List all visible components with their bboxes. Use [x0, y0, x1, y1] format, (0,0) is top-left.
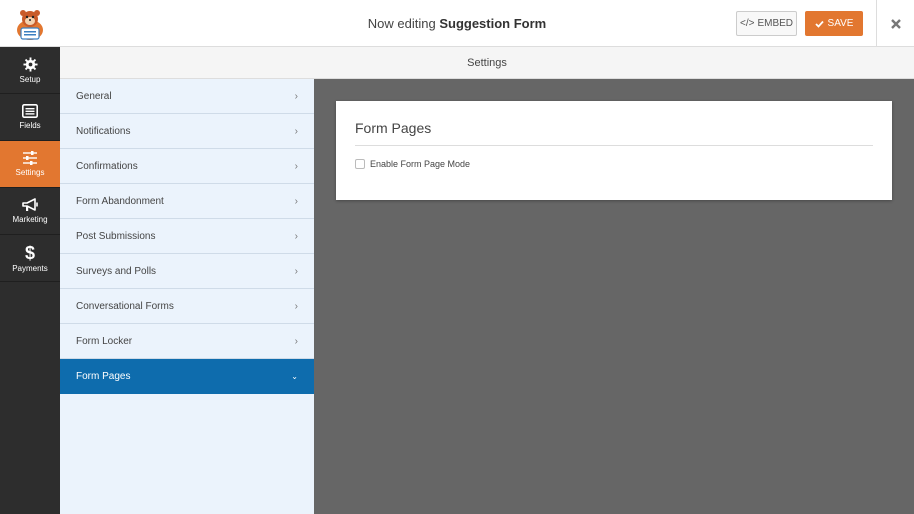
save-label: SAVE [827, 18, 854, 29]
nav-settings-label: Settings [15, 168, 45, 177]
settings-header-title: Settings [467, 57, 507, 69]
code-icon: </> [739, 18, 755, 29]
panel-item-label: Form Pages [76, 370, 131, 382]
chevron-right-icon: › [294, 335, 298, 347]
panel-item-form-pages[interactable]: Form Pages ⌄ [60, 359, 314, 394]
nav-fields-label: Fields [19, 121, 41, 130]
chevron-right-icon: › [294, 90, 298, 102]
panel-item-label: General [76, 90, 112, 102]
save-button[interactable]: SAVE [805, 11, 863, 36]
panel-item-confirmations[interactable]: Confirmations › [60, 149, 314, 184]
chevron-right-icon: › [294, 160, 298, 172]
checkbox-label: Enable Form Page Mode [370, 159, 471, 169]
panel-item-conversational-forms[interactable]: Conversational Forms › [60, 289, 314, 324]
enable-form-page-mode-toggle[interactable]: Enable Form Page Mode [355, 159, 470, 169]
panel-item-post-submissions[interactable]: Post Submissions › [60, 219, 314, 254]
settings-panel-list: General › Notifications › Confirmations … [60, 79, 314, 514]
top-bar: Now editing Suggestion Form </> EMBED SA… [0, 0, 914, 47]
dollar-icon: $ [24, 242, 35, 263]
chevron-right-icon: › [294, 300, 298, 312]
nav-payments[interactable]: $ Payments [0, 235, 60, 282]
sliders-icon [23, 151, 37, 165]
nav-setup[interactable]: Setup [0, 47, 60, 94]
chevron-right-icon: › [294, 125, 298, 137]
panel-item-label: Notifications [76, 125, 131, 137]
nav-marketing-label: Marketing [12, 215, 48, 224]
panel-item-label: Conversational Forms [76, 300, 174, 312]
chevron-right-icon: › [294, 195, 298, 207]
builder-sidebar: Setup Fields Settings Marketing $ Paymen… [0, 47, 60, 514]
panel-item-label: Confirmations [76, 160, 138, 172]
panel-item-label: Form Abandonment [76, 195, 164, 207]
title-prefix: Now editing [367, 16, 436, 31]
settings-content-area: Form Pages Enable Form Page Mode [314, 79, 914, 514]
close-button[interactable] [876, 0, 914, 47]
panel-item-surveys-and-polls[interactable]: Surveys and Polls › [60, 254, 314, 289]
megaphone-icon [21, 198, 38, 211]
wpforms-logo[interactable] [0, 0, 60, 47]
list-icon [22, 104, 38, 118]
panel-item-notifications[interactable]: Notifications › [60, 114, 314, 149]
nav-setup-label: Setup [19, 74, 41, 84]
close-icon [890, 18, 901, 29]
form-name: Suggestion Form [439, 16, 547, 31]
settings-header: Settings [60, 47, 914, 79]
panel-item-general[interactable]: General › [60, 79, 314, 114]
panel-item-label: Form Locker [76, 335, 133, 347]
panel-item-form-locker[interactable]: Form Locker › [60, 324, 314, 359]
card-divider [355, 145, 873, 146]
panel-item-label: Post Submissions [76, 230, 156, 242]
chevron-down-icon: ⌄ [291, 371, 298, 381]
form-pages-card: Form Pages Enable Form Page Mode [336, 101, 892, 200]
gear-icon [22, 56, 38, 72]
card-title: Form Pages [355, 120, 432, 136]
panel-item-form-abandonment[interactable]: Form Abandonment › [60, 184, 314, 219]
embed-button[interactable]: </> EMBED [736, 11, 797, 36]
nav-payments-label: Payments [12, 263, 48, 273]
nav-marketing[interactable]: Marketing [0, 188, 60, 235]
checkmark-icon [814, 20, 824, 28]
chevron-right-icon: › [294, 230, 298, 242]
embed-label: EMBED [757, 18, 794, 29]
nav-fields[interactable]: Fields [0, 94, 60, 141]
chevron-right-icon: › [294, 265, 298, 277]
panel-item-label: Surveys and Polls [76, 265, 157, 277]
nav-settings[interactable]: Settings [0, 141, 60, 188]
enable-form-page-mode-checkbox[interactable] [355, 159, 365, 169]
